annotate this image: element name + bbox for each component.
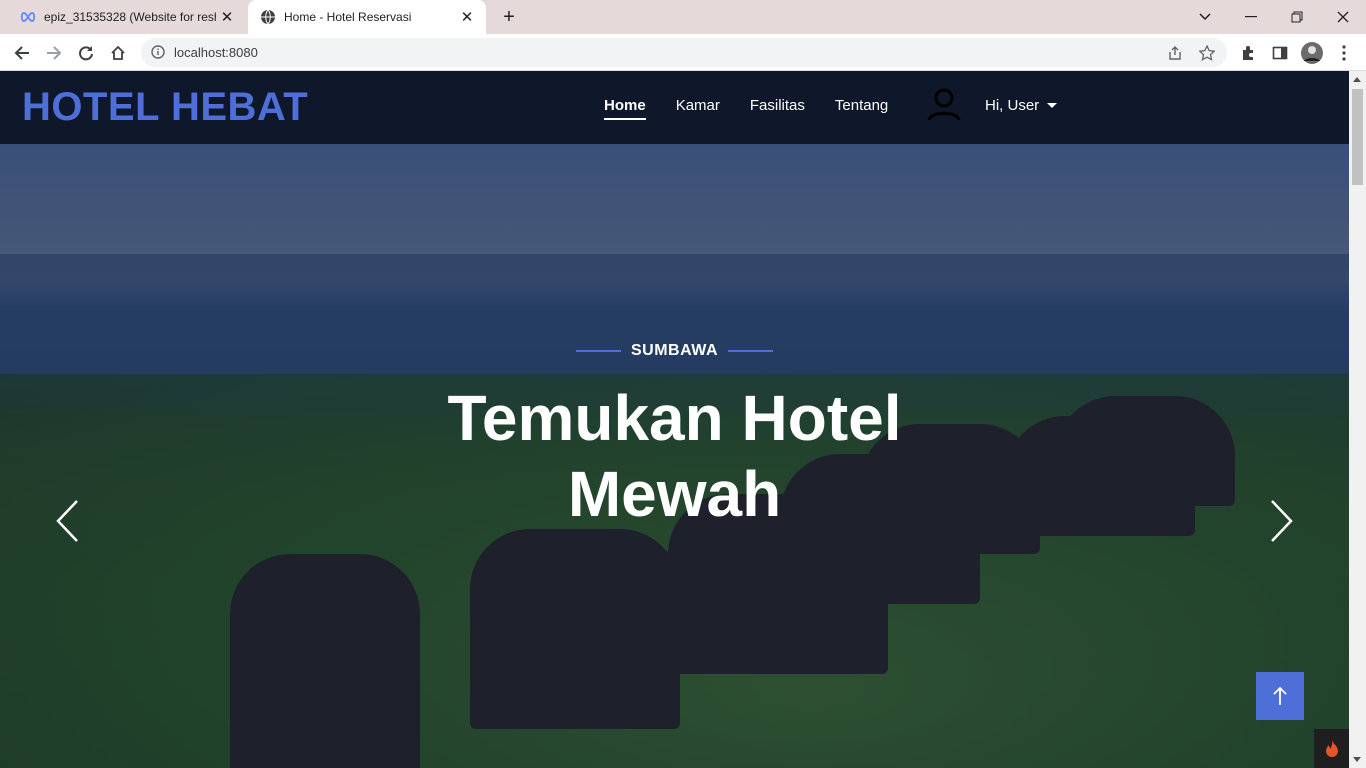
restore-icon[interactable] (1274, 0, 1320, 34)
side-panel-icon[interactable] (1266, 39, 1294, 67)
hero-subtitle-row: SUMBAWA (0, 342, 1349, 360)
nav-kamar[interactable]: Kamar (676, 97, 720, 120)
tab-search-icon[interactable] (1182, 0, 1228, 34)
scroll-down-icon[interactable] (1353, 757, 1361, 762)
globe-icon (260, 9, 276, 25)
brand-logo[interactable]: HOTEL HEBAT (22, 85, 308, 130)
url-text: localhost:8080 (174, 45, 258, 60)
info-icon[interactable] (151, 45, 165, 64)
reload-icon[interactable] (72, 39, 100, 67)
minimize-icon[interactable] (1228, 0, 1274, 34)
close-window-icon[interactable] (1320, 0, 1366, 34)
user-greeting: Hi, User (985, 97, 1040, 114)
hero-headline: Temukan Hotel Mewah (0, 380, 1349, 532)
browser-tab-active[interactable]: Home - Hotel Reservasi ✕ (248, 0, 486, 34)
page-scrollbar[interactable] (1349, 71, 1366, 768)
site-navbar: HOTEL HEBAT Home Kamar Fasilitas Tentang… (0, 71, 1349, 144)
browser-toolbar: localhost:8080 (0, 34, 1366, 71)
subtitle-line-right (728, 350, 774, 352)
headline-line: Temukan Hotel (447, 382, 902, 454)
forward-icon[interactable] (40, 39, 68, 67)
profile-avatar-icon[interactable] (1298, 39, 1326, 67)
extensions-icon[interactable] (1234, 39, 1262, 67)
headline-line: Mewah (567, 458, 782, 530)
caret-down-icon (1047, 103, 1058, 108)
user-icon[interactable] (926, 87, 962, 128)
infinity-icon (20, 9, 36, 25)
arrow-up-icon (1273, 686, 1287, 705)
close-tab-icon[interactable]: ✕ (456, 8, 478, 26)
home-icon[interactable] (104, 39, 132, 67)
main-menu: Home Kamar Fasilitas Tentang (604, 97, 888, 120)
new-tab-icon[interactable]: + (498, 6, 520, 28)
tab-title: Home - Hotel Reservasi (284, 10, 412, 24)
back-icon[interactable] (8, 39, 36, 67)
user-dropdown[interactable]: Hi, User (985, 97, 1058, 114)
carousel-next-icon[interactable] (1270, 499, 1294, 548)
nav-tentang[interactable]: Tentang (835, 97, 888, 120)
nav-home[interactable]: Home (604, 97, 646, 120)
scrollbar-thumb[interactable] (1352, 89, 1363, 185)
browser-tab[interactable]: epiz_31535328 (Website for resh ✕ (8, 0, 246, 34)
menu-kebab-icon[interactable] (1330, 39, 1358, 67)
carousel-prev-icon[interactable] (55, 499, 79, 548)
bookmark-star-icon[interactable] (1198, 44, 1216, 66)
fire-icon[interactable] (1314, 729, 1349, 768)
address-bar[interactable]: localhost:8080 (141, 38, 1227, 67)
page-viewport: HOTEL HEBAT Home Kamar Fasilitas Tentang… (0, 71, 1349, 768)
hero-subtitle: SUMBAWA (630, 342, 719, 359)
close-tab-icon[interactable]: ✕ (216, 8, 238, 26)
back-to-top-button[interactable] (1256, 672, 1304, 720)
share-icon[interactable] (1167, 45, 1183, 66)
nav-fasilitas[interactable]: Fasilitas (750, 97, 805, 120)
tab-title: epiz_31535328 (Website for resh (44, 10, 216, 24)
scroll-up-icon[interactable] (1353, 77, 1361, 82)
browser-tab-bar: epiz_31535328 (Website for resh ✕ Home -… (0, 0, 1366, 34)
subtitle-line-left (575, 350, 621, 352)
hero-carousel: SUMBAWA Temukan Hotel Mewah (0, 144, 1349, 768)
